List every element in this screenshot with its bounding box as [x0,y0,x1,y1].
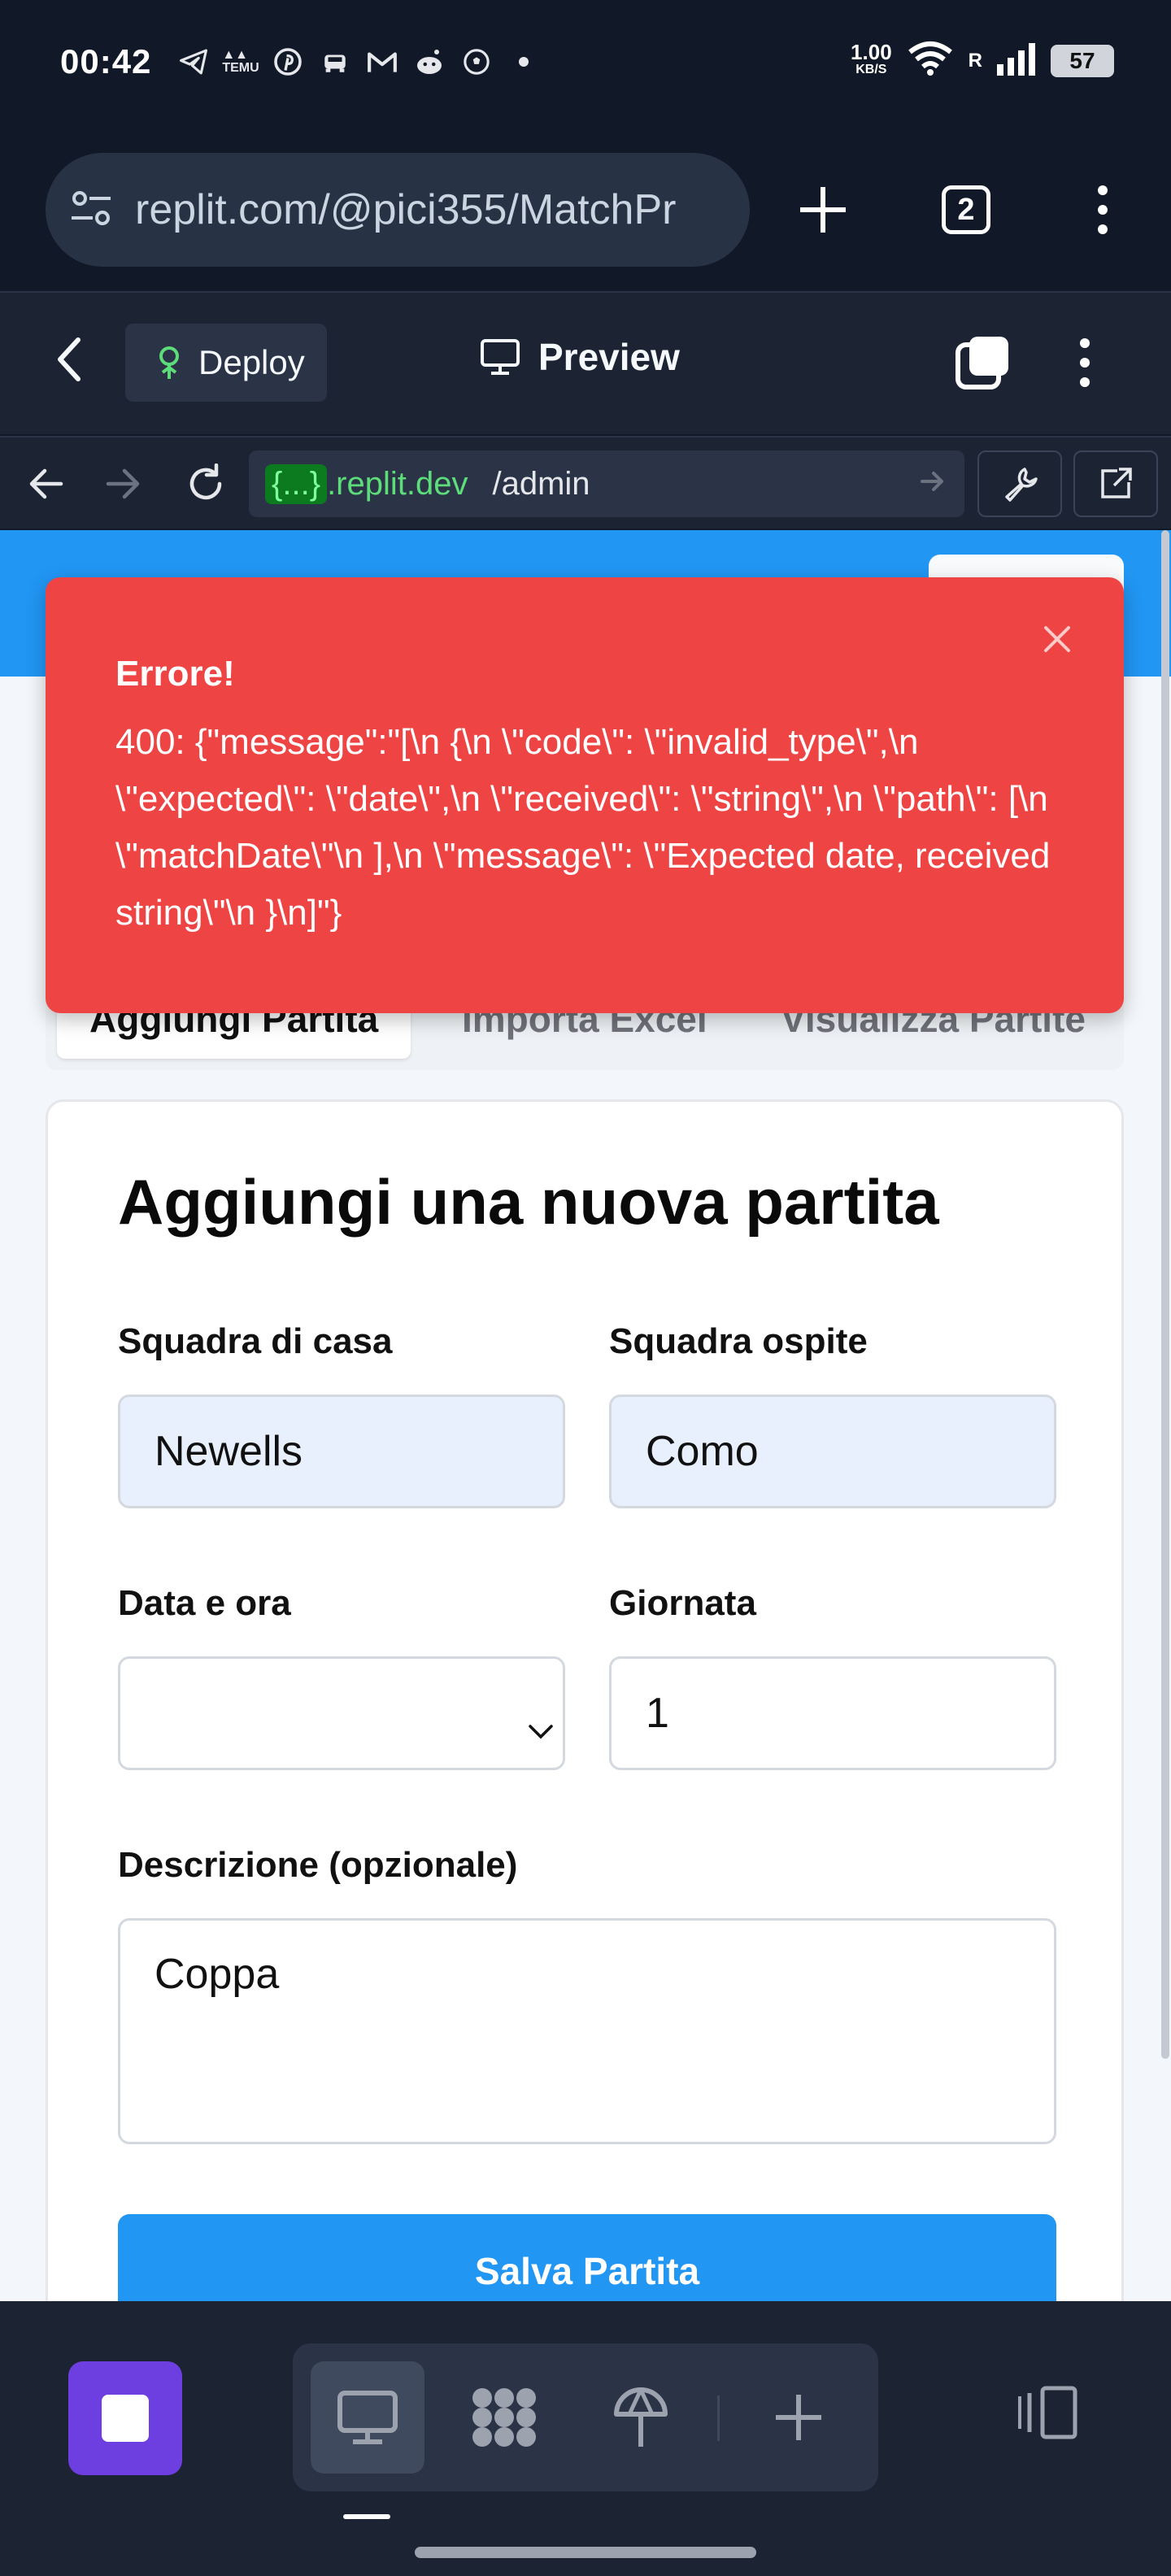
kebab-menu-icon [1080,338,1090,387]
add-match-card: Aggiungi una nuova partita Squadra di ca… [46,1099,1124,2301]
url-text: replit.com/@pici355/MatchPr [135,186,677,233]
net-speed: 1.00 KB/S [851,39,892,79]
datetime-label: Data e ora [118,1583,291,1623]
description-label: Descrizione (opzionale) [118,1845,518,1885]
wrench-icon [1005,468,1038,502]
car-icon [319,46,351,78]
tab-count: 2 [942,185,990,234]
toast-title: Errore! [115,654,235,694]
panel-toggle-button[interactable] [1000,2368,1090,2457]
add-tool-button[interactable] [742,2361,855,2474]
webview-forward-button[interactable] [94,455,151,512]
toast-message: 400: {"message":"[\n {\n \"code\": \"inv… [115,722,1060,933]
site-settings-icon[interactable] [68,189,114,232]
temu-icon: ▲▲ TEMU [222,48,259,75]
stop-button[interactable] [68,2361,182,2475]
reddit-icon [413,46,446,78]
datetime-select[interactable] [118,1656,565,1770]
page-scrollbar[interactable] [1161,530,1169,2059]
header-menu-button[interactable] [1051,329,1119,397]
reload-icon [189,463,222,500]
chevron-left-icon [58,337,81,381]
webview-reload-button[interactable] [177,455,234,512]
deploy-icon [159,346,179,379]
wifi-icon [907,41,954,80]
home-team-input[interactable]: Newells [118,1395,565,1508]
gesture-navigation-bar [0,2529,1171,2576]
apps-grid-icon [472,2388,536,2447]
form-title: Aggiungi una nuova partita [118,1166,939,1238]
address-domain: .replit.dev [327,465,468,502]
url-bar[interactable]: replit.com/@pici355/MatchPr [46,153,750,267]
tool-group [293,2343,878,2491]
matchday-label: Giornata [609,1583,756,1623]
monitor-icon [337,2391,398,2444]
deploy-tool-button[interactable] [584,2361,698,2474]
apps-tool-button[interactable] [447,2361,561,2474]
chevron-down-icon [527,1703,555,1751]
kebab-menu-icon [1098,185,1108,234]
panes-icon [956,337,1008,389]
preview-tab[interactable]: Preview [480,335,680,379]
away-team-input[interactable]: Como [609,1395,1056,1508]
tool-separator [717,2395,720,2441]
description-textarea[interactable]: Coppa [118,1918,1056,2144]
go-arrow-icon[interactable] [919,465,947,506]
deploy-tree-icon [614,2387,668,2447]
status-bar: 00:42 ▲▲ TEMU 1.00 KB/S R 57 [0,0,1171,130]
webview-navigation: {...} .replit.dev /admin [0,436,1171,529]
browser-toolbar: replit.com/@pici355/MatchPr 2 [0,130,1171,289]
gmail-icon [366,46,398,78]
error-toast: Errore! 400: {"message":"[\n {\n \"code\… [46,577,1124,1013]
battery-indicator: 57 [1051,44,1114,77]
more-notifications-icon [507,46,540,78]
deploy-button[interactable]: Deploy [125,324,327,402]
telegram-icon [177,46,210,78]
devtools-button[interactable] [977,450,1062,517]
notification-icons: ▲▲ TEMU [177,46,540,78]
browser-menu-button[interactable] [1070,177,1135,242]
webview-back-button[interactable] [18,455,75,512]
monitor-icon [481,339,520,375]
clock: 00:42 [60,42,152,80]
new-tab-button[interactable] [790,177,855,242]
replit-bottom-toolbar [0,2301,1171,2529]
deploy-label: Deploy [198,343,305,381]
tab-switcher-button[interactable]: 2 [934,177,999,242]
matchday-input[interactable]: 1 [609,1656,1056,1770]
net-speed-value: 1.00 [851,39,892,64]
address-highlight: {...} [265,463,328,504]
back-button[interactable] [55,335,83,388]
signal-icon [997,41,1036,80]
arrow-right-icon [106,468,140,499]
net-speed-unit: KB/S [855,62,887,76]
active-tab-indicator [343,2514,390,2519]
pinterest-icon [272,46,304,78]
webview-address-field[interactable]: {...} .replit.dev /admin [249,450,964,517]
stop-icon [102,2395,149,2442]
panes-button[interactable] [948,329,1016,397]
system-indicators: 1.00 KB/S R 57 [851,41,1114,80]
away-team-label: Squadra ospite [609,1321,868,1361]
plus-icon [800,187,846,233]
football-icon [460,46,493,78]
preview-tool-button[interactable] [311,2361,424,2474]
panel-toggle-icon [1018,2386,1077,2439]
arrow-left-icon [29,468,63,499]
home-team-label: Squadra di casa [118,1321,393,1361]
preview-label: Preview [538,336,680,378]
external-link-icon [1101,468,1132,498]
save-match-button[interactable]: Salva Partita [118,2214,1056,2301]
replit-header: Deploy Preview [0,291,1171,434]
plus-icon [776,2395,821,2440]
close-icon [1044,626,1070,652]
address-path: /admin [492,465,590,502]
toast-close-button[interactable] [1033,615,1082,664]
open-new-tab-button[interactable] [1073,450,1158,517]
roaming-label: R [968,49,982,72]
gesture-handle[interactable] [415,2547,756,2558]
